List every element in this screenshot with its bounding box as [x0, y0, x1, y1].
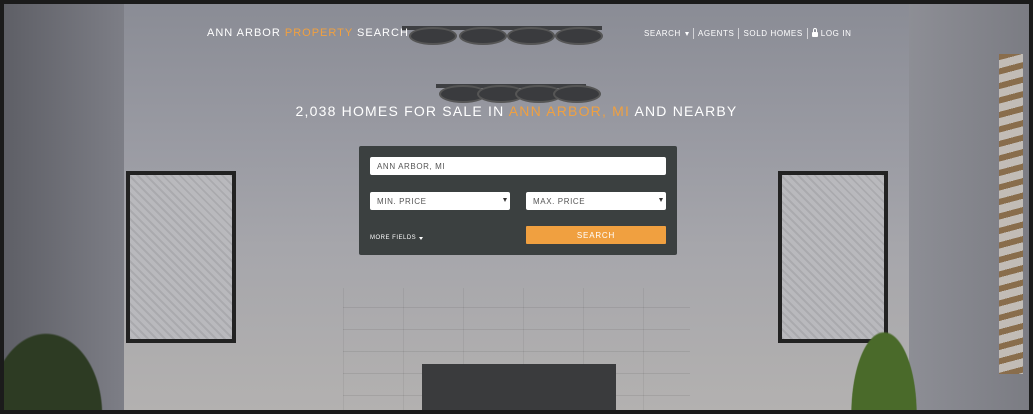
max-price-select[interactable]: MAX. PRICE: [526, 192, 666, 210]
site-logo[interactable]: ANN ARBOR PROPERTY SEARCH: [207, 27, 409, 39]
page-headline: 2,038 HOMES FOR SALE IN ANN ARBOR, MI AN…: [4, 103, 1029, 119]
chandelier-lamp: [507, 27, 555, 45]
search-panel: ANN ARBOR, MI MIN. PRICE MAX. PRICE MORE…: [359, 146, 677, 255]
chandelier-lamp: [555, 27, 603, 45]
max-price-label: MAX. PRICE: [533, 196, 586, 206]
nav-login[interactable]: LOG IN: [808, 28, 856, 38]
more-fields-toggle[interactable]: MORE FIELDS: [370, 235, 424, 241]
chevron-down-icon: [659, 198, 663, 202]
headline-count: 2,038 HOMES FOR SALE IN: [295, 103, 509, 119]
headline-location: ANN ARBOR, MI: [508, 103, 631, 119]
nav-login-label: LOG IN: [820, 29, 852, 38]
brand-text: ANN ARBOR: [207, 27, 285, 39]
nav-agents[interactable]: AGENTS: [694, 29, 739, 38]
chevron-down-icon: [419, 236, 424, 240]
main-nav: SEARCH AGENTS SOLD HOMES LOG IN: [640, 28, 856, 39]
nav-search-label: SEARCH: [644, 29, 681, 38]
chevron-down-icon: [503, 198, 507, 202]
hero-background: ANN ARBOR PROPERTY SEARCH SEARCH AGENTS …: [4, 4, 1029, 410]
nav-sold-homes[interactable]: SOLD HOMES: [739, 29, 806, 38]
chandelier-lamp: [459, 27, 507, 45]
min-price-label: MIN. PRICE: [377, 196, 427, 206]
min-price-select[interactable]: MIN. PRICE: [370, 192, 510, 210]
more-fields-label: MORE FIELDS: [370, 235, 417, 241]
plant-left: [4, 274, 144, 410]
nav-search[interactable]: SEARCH: [640, 29, 693, 38]
location-input[interactable]: ANN ARBOR, MI: [370, 157, 666, 175]
brand-text: SEARCH: [352, 27, 409, 39]
chandelier-lamp: [553, 85, 601, 103]
brand-accent: PROPERTY: [284, 27, 353, 39]
plant-right: [824, 264, 944, 410]
window-blinds: [999, 54, 1023, 374]
lock-icon: [811, 28, 818, 37]
headline-suffix: AND NEARBY: [630, 103, 738, 119]
firebox: [422, 364, 616, 410]
search-button[interactable]: SEARCH: [526, 226, 666, 244]
chevron-down-icon: [684, 31, 689, 36]
chandelier-lamp: [409, 27, 457, 45]
